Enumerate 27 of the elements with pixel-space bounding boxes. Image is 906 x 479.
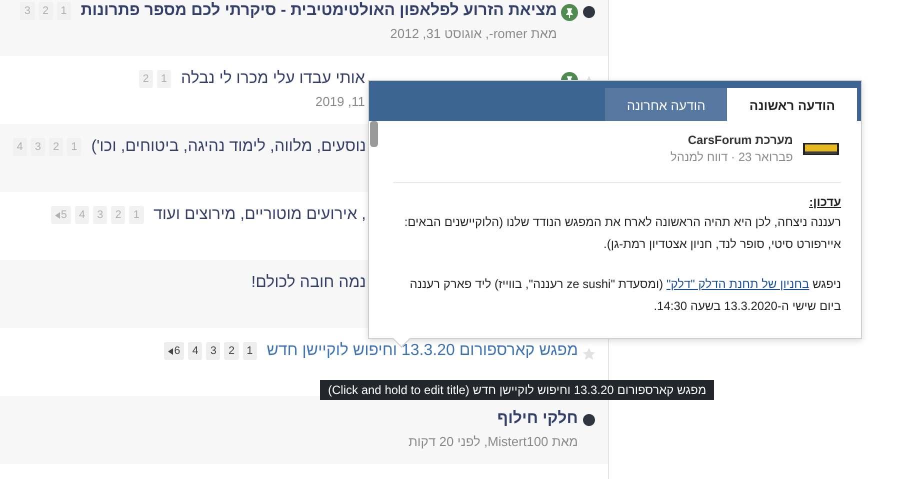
topic-title[interactable]: נמה חובה לכולם! — [251, 274, 366, 292]
topic-title[interactable]: מפגש קארספורום 13.3.20 וחיפוש לוקיישן חדש — [266, 342, 578, 360]
page-link[interactable]: 3 — [206, 342, 220, 360]
post-paragraph: ניפגש בחניון של תחנת הדלק "דלק" (ומסעדת "ze sushi רעננה", בווייז) ליד פארק רעננה ביום שישי ה-13.3.2020 בשעה 14:30. — [408, 276, 841, 315]
post-paragraph: רעננה ניצחה, לכן היא תהיה הראשונה לארח את המפגש הנודד שלנו (הלוקיישנים הבאים: איירפורט סיטי, סופר לנד, חניון אצטדיון רמת-גן). — [403, 214, 841, 253]
topic-title[interactable]: מציאת הזרוע לפלאפון האולטימטיבית - סיקרתי לכם מספר פתרונות — [80, 2, 557, 20]
tab[interactable]: הודעה ראשונה — [727, 88, 857, 121]
tooltip: מפגש קארספורום 13.3.20 וחיפוש לוקיישן חדש (Click and hold to edit title) — [320, 380, 714, 400]
author-name[interactable]: מערכת CarsForum — [670, 133, 793, 147]
topic-title[interactable]: , אירועים מוטוריים, מירוצים ועוד — [154, 206, 366, 224]
topic-title[interactable]: חלקי חילוף — [497, 410, 578, 428]
scrollbar-thumb[interactable] — [370, 121, 378, 147]
topic-title[interactable]: אותי עבדו עלי מכרו לי נבלה — [181, 70, 365, 88]
topic-meta: 11, 2019 — [314, 94, 365, 109]
page-link[interactable]: 4 — [188, 342, 202, 360]
tab[interactable]: הודעה אחרונה — [604, 88, 728, 121]
post-heading: עדכון: — [809, 195, 841, 209]
logo-icon — [803, 142, 839, 154]
location-link[interactable]: בחניון של תחנת הדלק "דלק" — [666, 277, 810, 291]
page-link[interactable]: 6 — [164, 342, 184, 360]
page-link[interactable]: 1 — [242, 342, 257, 360]
topic-title[interactable]: נוסעים, מלווה, לימוד נהיגה, ביטוחים, וכו') — [91, 138, 366, 156]
page-link[interactable]: 2 — [224, 342, 239, 360]
post-meta: פברואר 23 · דווח למנהל — [670, 150, 793, 164]
topic-meta: מאת romer-, אוגוסט 31, 2012 — [389, 26, 557, 41]
star-icon[interactable] — [582, 346, 596, 362]
topic-meta: מאת Mistert100, לפני 20 דקות — [408, 434, 578, 449]
